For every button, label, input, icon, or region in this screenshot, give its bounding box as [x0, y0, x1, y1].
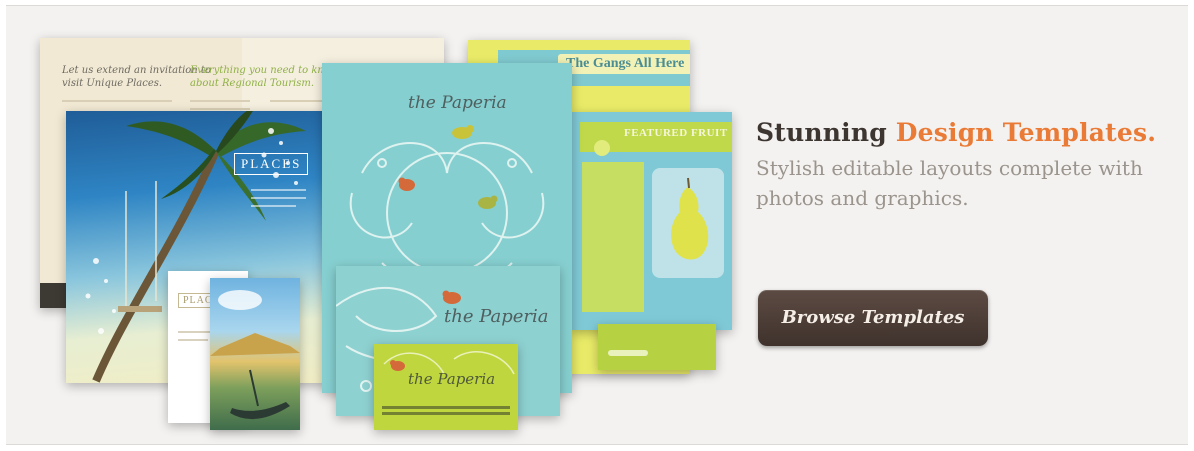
brochure-text-line: [190, 100, 250, 102]
boat-illustration: [210, 290, 300, 420]
promo-subline: Stylish editable layouts complete with p…: [756, 156, 1143, 210]
promo-copy: Stunning Design Templates. Stylish edita…: [756, 118, 1176, 213]
brochure-right-heading: Everything you need to know about Region…: [190, 65, 339, 89]
featured-fruit-template: FEATURED FRUIT: [572, 112, 732, 330]
paperia-postcard-name: the Paperia: [444, 306, 549, 327]
photo-card-template: [210, 278, 300, 430]
headline-dark-text: Stunning: [756, 118, 887, 147]
brochure-text-line: [62, 100, 172, 102]
headline-accent-text: Design Templates.: [895, 118, 1157, 147]
green-insert-line: [608, 350, 648, 356]
gangs-title: The Gangs All Here: [558, 54, 690, 74]
brochure-text-line: [190, 108, 250, 110]
paperia-business-card-template: the Paperia: [374, 344, 518, 430]
green-insert-template: [598, 324, 716, 370]
browse-templates-button[interactable]: Browse Templates: [758, 290, 988, 346]
template-collage: Let us extend an invitation to visit Uni…: [6, 6, 746, 444]
pear-illustration: [594, 140, 709, 260]
places-text-line: [251, 197, 306, 199]
paperia-card-name: the Paperia: [408, 370, 496, 388]
paperia-poster-name: the Paperia: [408, 93, 507, 113]
place-card-line: [178, 339, 208, 341]
places-label: PLACES: [234, 153, 309, 175]
places-text-line: [251, 205, 296, 207]
promo-headline: Stunning Design Templates.: [756, 118, 1176, 147]
places-text-line: [251, 189, 306, 191]
promo-banner: Let us extend an invitation to visit Uni…: [6, 5, 1188, 445]
